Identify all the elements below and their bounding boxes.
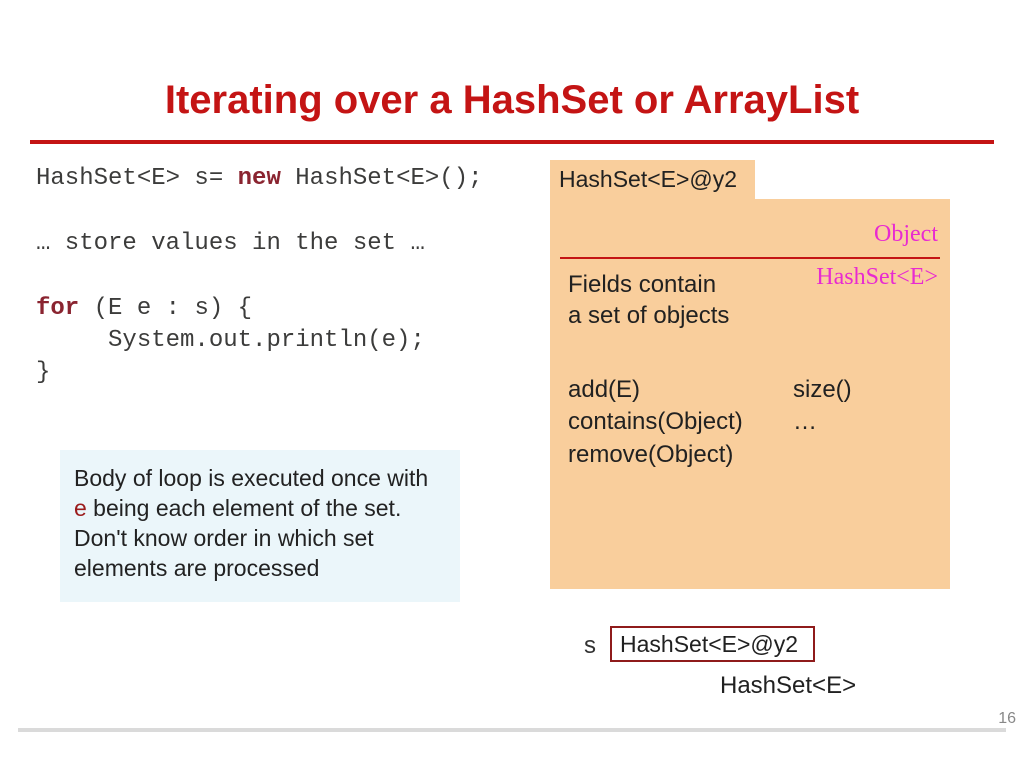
object-diagram-panel: Object HashSet<E> Fields contain a set o… bbox=[550, 199, 950, 589]
note-var-e: e bbox=[74, 495, 87, 521]
object-fields: Fields contain a set of objects bbox=[568, 269, 729, 331]
object-fields-l2: a set of objects bbox=[568, 300, 729, 331]
note-text-a: Body of loop is executed once with bbox=[74, 465, 428, 491]
note-text-b: being each element of the set. Don't kno… bbox=[74, 495, 401, 581]
object-divider bbox=[560, 257, 940, 259]
object-superclass: Object bbox=[874, 221, 938, 248]
code-line-4: System.out.println(e); bbox=[36, 327, 425, 354]
variable-name: s bbox=[584, 632, 596, 660]
object-method-size: size() bbox=[793, 374, 852, 406]
slide: Iterating over a HashSet or ArrayList Ha… bbox=[0, 0, 1024, 768]
code-line-5: } bbox=[36, 359, 50, 386]
object-method-contains: contains(Object) bbox=[568, 406, 743, 438]
object-method-add: add(E) bbox=[568, 374, 743, 406]
page-number: 16 bbox=[998, 710, 1016, 728]
variable-type: HashSet<E> bbox=[720, 672, 856, 700]
slide-title: Iterating over a HashSet or ArrayList bbox=[0, 78, 1024, 123]
code-kw-new: new bbox=[238, 165, 281, 192]
code-line-1b: HashSet<E>(); bbox=[281, 165, 483, 192]
object-fields-l1: Fields contain bbox=[568, 269, 729, 300]
object-method-ellipsis: … bbox=[793, 406, 852, 438]
object-class: HashSet<E> bbox=[816, 264, 938, 291]
title-divider bbox=[30, 140, 994, 144]
footer-divider bbox=[18, 728, 1006, 732]
code-line-1a: HashSet<E> s= bbox=[36, 165, 238, 192]
object-methods: add(E) contains(Object) remove(Object) s… bbox=[568, 374, 743, 471]
object-method-remove: remove(Object) bbox=[568, 439, 743, 471]
variable-value-box: HashSet<E>@y2 bbox=[610, 626, 815, 662]
code-line-2: … store values in the set … bbox=[36, 230, 425, 257]
code-kw-for: for bbox=[36, 295, 79, 322]
note-box: Body of loop is executed once with e bei… bbox=[60, 450, 460, 602]
code-line-3b: (E e : s) { bbox=[79, 295, 252, 322]
code-block: HashSet<E> s= new HashSet<E>(); … store … bbox=[36, 163, 546, 390]
object-diagram-tab: HashSet<E>@y2 bbox=[550, 160, 755, 200]
